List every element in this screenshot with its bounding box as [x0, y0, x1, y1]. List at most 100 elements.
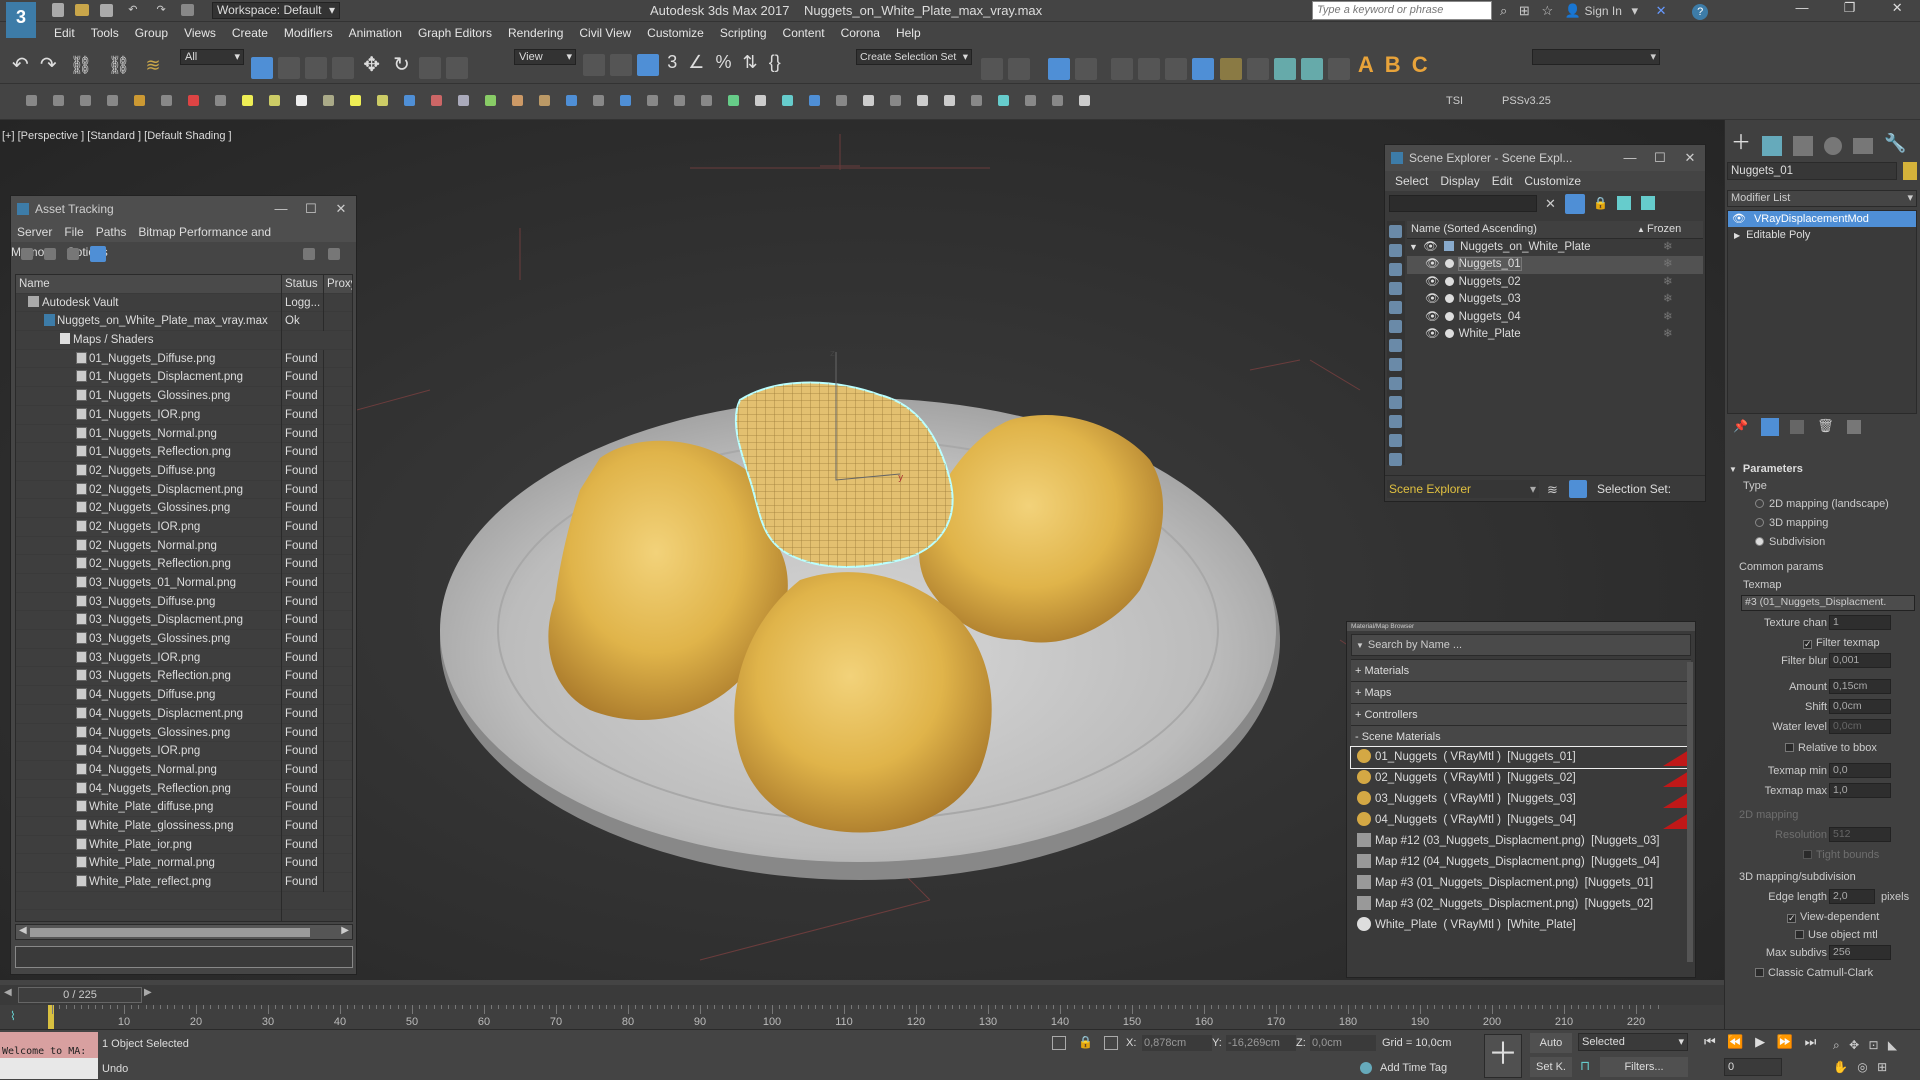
- eye-icon[interactable]: 👁: [1425, 258, 1440, 270]
- type-subdivision-radio[interactable]: Subdivision: [1727, 532, 1917, 551]
- secondary-tool-23-icon[interactable]: [620, 94, 631, 106]
- secondary-tool-32-icon[interactable]: [863, 94, 874, 106]
- secondary-tool-31-icon[interactable]: [836, 94, 847, 106]
- eye-icon[interactable]: 👁: [1425, 311, 1440, 323]
- secondary-tool-29-icon[interactable]: [782, 94, 793, 106]
- open-file-icon[interactable]: [75, 4, 90, 17]
- secondary-tool-21-icon[interactable]: [566, 94, 577, 106]
- zoom-icon[interactable]: ⌕: [1833, 1038, 1840, 1052]
- exchange-icon[interactable]: ✕: [1656, 3, 1667, 18]
- secondary-tool-2-icon[interactable]: [53, 94, 64, 106]
- search-input[interactable]: Type a keyword or phrase: [1312, 1, 1492, 20]
- menu-animation[interactable]: Animation: [341, 22, 410, 44]
- next-frame-icon[interactable]: ▶: [144, 987, 152, 998]
- asset-tracking-titlebar[interactable]: Asset Tracking — ☐ ✕: [11, 196, 356, 222]
- table-row[interactable]: 04_Nuggets_Normal.png Found: [16, 760, 352, 780]
- asset-menu-paths[interactable]: Paths: [90, 225, 133, 239]
- scene-explorer-toggle-icon[interactable]: [1048, 58, 1071, 81]
- display-helpers-icon[interactable]: [1389, 320, 1402, 333]
- scene-search-input[interactable]: [1389, 195, 1537, 212]
- object-color-swatch[interactable]: [1903, 162, 1917, 180]
- secondary-tool-35-icon[interactable]: [944, 94, 955, 106]
- snap-toggle-icon[interactable]: 3: [667, 52, 677, 72]
- secondary-tool-19-icon[interactable]: [512, 94, 523, 106]
- maximize-window-button[interactable]: ❐: [1828, 0, 1872, 16]
- browser-group-1[interactable]: + Maps: [1351, 681, 1691, 703]
- layer-explorer-icon[interactable]: [1075, 58, 1098, 81]
- table-row[interactable]: 01_Nuggets_Glossines.png Found: [16, 387, 352, 406]
- browser-group-0[interactable]: + Materials: [1351, 659, 1691, 681]
- sign-in-link[interactable]: Sign In: [1585, 4, 1622, 18]
- maximize-button[interactable]: ☐: [296, 196, 326, 222]
- tree-item-root[interactable]: ▼ 👁 Nuggets_on_White_Plate ❄: [1407, 239, 1703, 257]
- modify-tab-icon[interactable]: [1762, 136, 1783, 157]
- secondary-tool-26-icon[interactable]: [701, 94, 712, 106]
- schematic-view-icon[interactable]: [1165, 58, 1188, 81]
- save-icon[interactable]: [100, 3, 114, 17]
- texture-chan-spinner[interactable]: 1: [1829, 615, 1891, 630]
- new-file-icon[interactable]: [52, 3, 64, 18]
- star-icon[interactable]: ☆: [1541, 3, 1553, 18]
- secondary-tool-22-icon[interactable]: [593, 94, 604, 106]
- display-bones-icon[interactable]: [1389, 396, 1402, 409]
- maximize-button[interactable]: ☐: [1645, 145, 1675, 171]
- tree-item-nuggets_04[interactable]: 👁 Nuggets_04 ❄: [1407, 309, 1703, 327]
- col-proxy[interactable]: Proxy: [324, 275, 352, 294]
- text-c-icon[interactable]: C: [1412, 52, 1428, 77]
- minimize-button[interactable]: —: [1615, 145, 1645, 171]
- menu-content[interactable]: Content: [775, 22, 833, 44]
- utilities-tab-icon[interactable]: 🔧: [1884, 133, 1906, 153]
- table-row[interactable]: White_Plate_glossiness.png Found: [16, 816, 352, 836]
- redo-icon[interactable]: ↷: [156, 4, 165, 16]
- asset-hscrollbar[interactable]: ◀ ▶: [15, 924, 353, 940]
- col-status[interactable]: Status: [282, 275, 324, 294]
- share-icon[interactable]: ⊞: [1519, 3, 1530, 18]
- mirror-icon[interactable]: [981, 58, 1003, 81]
- curve-mini-icon[interactable]: ⌇: [10, 1009, 16, 1023]
- time-slider[interactable]: ◀ 0 / 225 ▶: [0, 985, 1724, 1005]
- remove-modifier-icon[interactable]: 🗑: [1817, 418, 1834, 433]
- table-row[interactable]: 02_Nuggets_IOR.png Found: [16, 517, 352, 537]
- help-icon[interactable]: ?: [1692, 4, 1709, 20]
- table-row[interactable]: White_Plate_normal.png Found: [16, 854, 352, 874]
- secondary-tool-18-icon[interactable]: [485, 94, 496, 106]
- shift-spinner[interactable]: 0,0cm: [1829, 699, 1891, 714]
- frozen-icon[interactable]: ❄: [1663, 326, 1673, 344]
- go-to-start-icon[interactable]: ⏮: [1704, 1034, 1716, 1049]
- go-to-end-icon[interactable]: ⏭: [1805, 1034, 1817, 1049]
- scroll-left-icon[interactable]: ◀: [19, 925, 27, 936]
- stack-item-editable-poly[interactable]: ▶ Editable Poly: [1728, 227, 1916, 243]
- secondary-tool-36-icon[interactable]: [971, 94, 982, 106]
- secondary-tool-8-icon[interactable]: [215, 94, 226, 106]
- add-time-tag[interactable]: Add Time Tag: [1380, 1062, 1447, 1074]
- table-row[interactable]: 01_Nuggets_Displacment.png Found: [16, 368, 352, 388]
- layers-icon[interactable]: ≋: [1547, 482, 1558, 498]
- expand-icon[interactable]: ▼: [1407, 242, 1418, 252]
- window-crossing-icon[interactable]: [332, 57, 355, 80]
- secondary-tool-20-icon[interactable]: [539, 94, 550, 106]
- filter-texmap-row[interactable]: ✓ Filter texmap: [1727, 633, 1917, 651]
- select-object-icon[interactable]: [251, 57, 273, 80]
- selection-set-icon[interactable]: [1569, 480, 1587, 498]
- tight-bounds-row[interactable]: Tight bounds: [1727, 845, 1917, 865]
- select-by-name-icon[interactable]: [278, 57, 301, 80]
- curve-editor-icon[interactable]: [1138, 58, 1161, 81]
- secondary-tool-24-icon[interactable]: [647, 94, 658, 106]
- text-b-icon[interactable]: B: [1385, 52, 1401, 77]
- menu-create[interactable]: Create: [224, 22, 276, 44]
- secondary-tool-9-icon[interactable]: [242, 94, 253, 106]
- set-key-button[interactable]: Set K.: [1530, 1057, 1572, 1077]
- table-row[interactable]: 03_Nuggets_Displacment.png Found: [16, 611, 352, 631]
- menu-corona[interactable]: Corona: [833, 22, 888, 44]
- display-groups-icon[interactable]: [1389, 358, 1402, 371]
- lock-selection-icon[interactable]: 🔒: [1078, 1035, 1093, 1049]
- menu-group[interactable]: Group: [127, 22, 176, 44]
- configure-sets-icon[interactable]: [1846, 420, 1861, 435]
- placement-icon[interactable]: [445, 57, 468, 80]
- resolution-spinner[interactable]: 512: [1829, 827, 1891, 842]
- secondary-tool-15-icon[interactable]: [404, 94, 415, 106]
- pivot-icon[interactable]: [583, 54, 605, 77]
- texmap-max-spinner[interactable]: 1,0: [1829, 783, 1891, 798]
- explorer-menu-customize[interactable]: Customize: [1518, 174, 1587, 188]
- menu-edit[interactable]: Edit: [46, 22, 83, 44]
